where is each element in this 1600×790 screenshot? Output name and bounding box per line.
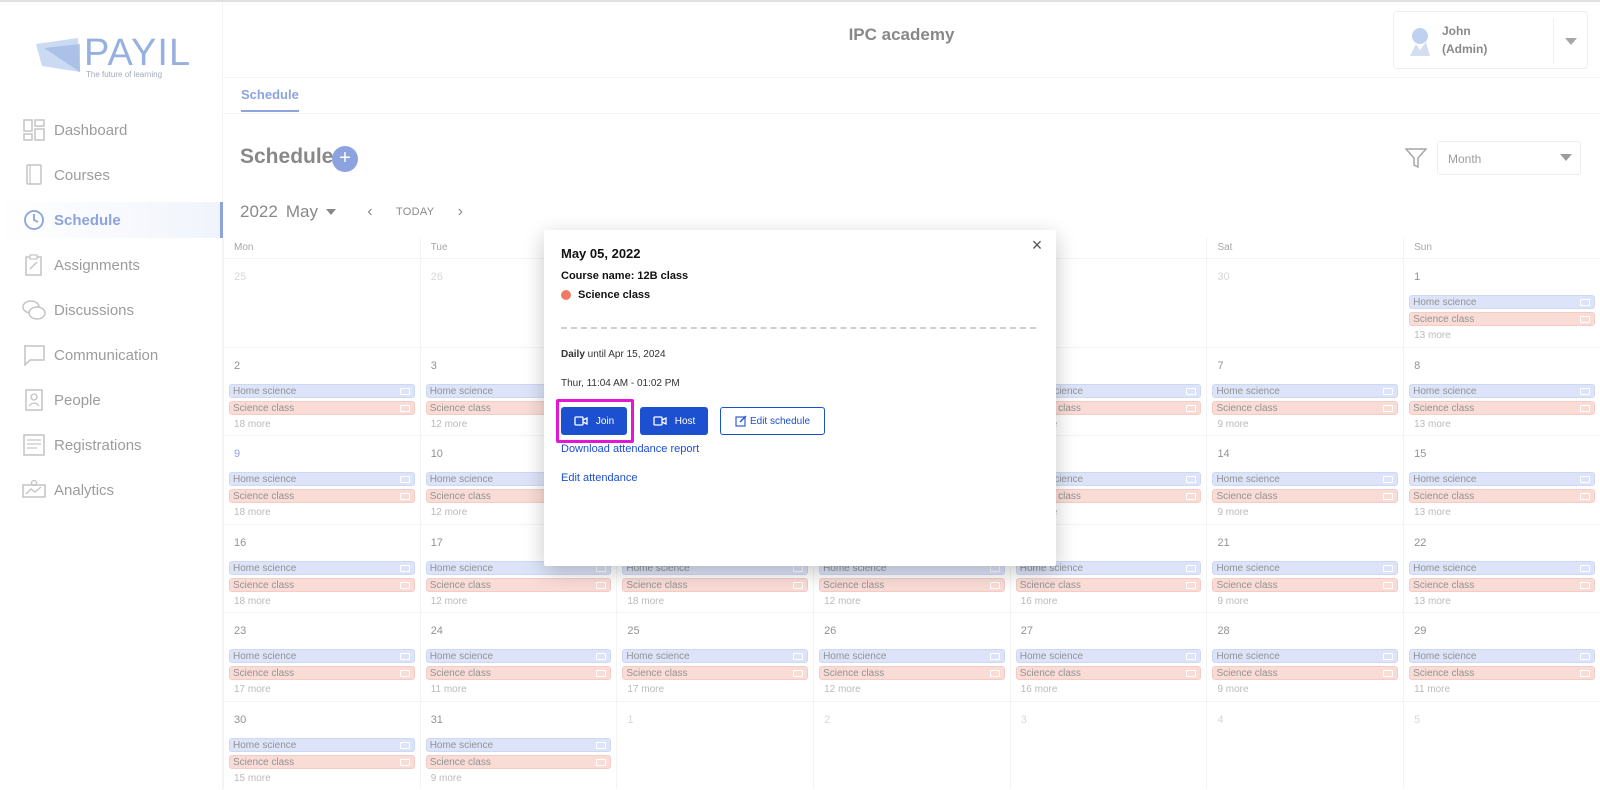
video-camera-icon bbox=[653, 416, 667, 426]
class-color-dot-icon bbox=[561, 290, 571, 300]
edit-icon bbox=[735, 415, 747, 427]
edit-schedule-label: Edit schedule bbox=[749, 415, 811, 427]
recurrence-until: until Apr 15, 2024 bbox=[584, 349, 666, 360]
host-button[interactable]: Host bbox=[640, 407, 708, 435]
edit-attendance-link[interactable]: Edit attendance bbox=[561, 472, 637, 484]
class-name-row: Science class bbox=[561, 289, 650, 301]
video-camera-icon bbox=[574, 416, 588, 426]
recurrence-text: Daily until Apr 15, 2024 bbox=[561, 349, 666, 360]
event-date: May 05, 2022 bbox=[561, 246, 641, 261]
recurrence-frequency: Daily bbox=[561, 349, 585, 360]
event-details-dialog: × May 05, 2022 Course name: 12B class Sc… bbox=[544, 230, 1056, 566]
download-attendance-link[interactable]: Download attendance report bbox=[561, 443, 699, 455]
app-root: PAYIL The future of learning Dashboard C… bbox=[0, 0, 1600, 790]
class-name: Science class bbox=[578, 289, 651, 301]
edit-schedule-button[interactable]: Edit schedule bbox=[720, 407, 825, 435]
join-label: Join bbox=[595, 415, 615, 427]
join-button[interactable]: Join bbox=[561, 407, 627, 435]
close-dialog-button[interactable]: × bbox=[1028, 236, 1046, 254]
divider bbox=[561, 327, 1036, 329]
event-time: Thur, 11:04 AM - 01:02 PM bbox=[561, 378, 680, 389]
course-name: Course name: 12B class bbox=[561, 270, 689, 282]
host-label: Host bbox=[674, 415, 696, 427]
